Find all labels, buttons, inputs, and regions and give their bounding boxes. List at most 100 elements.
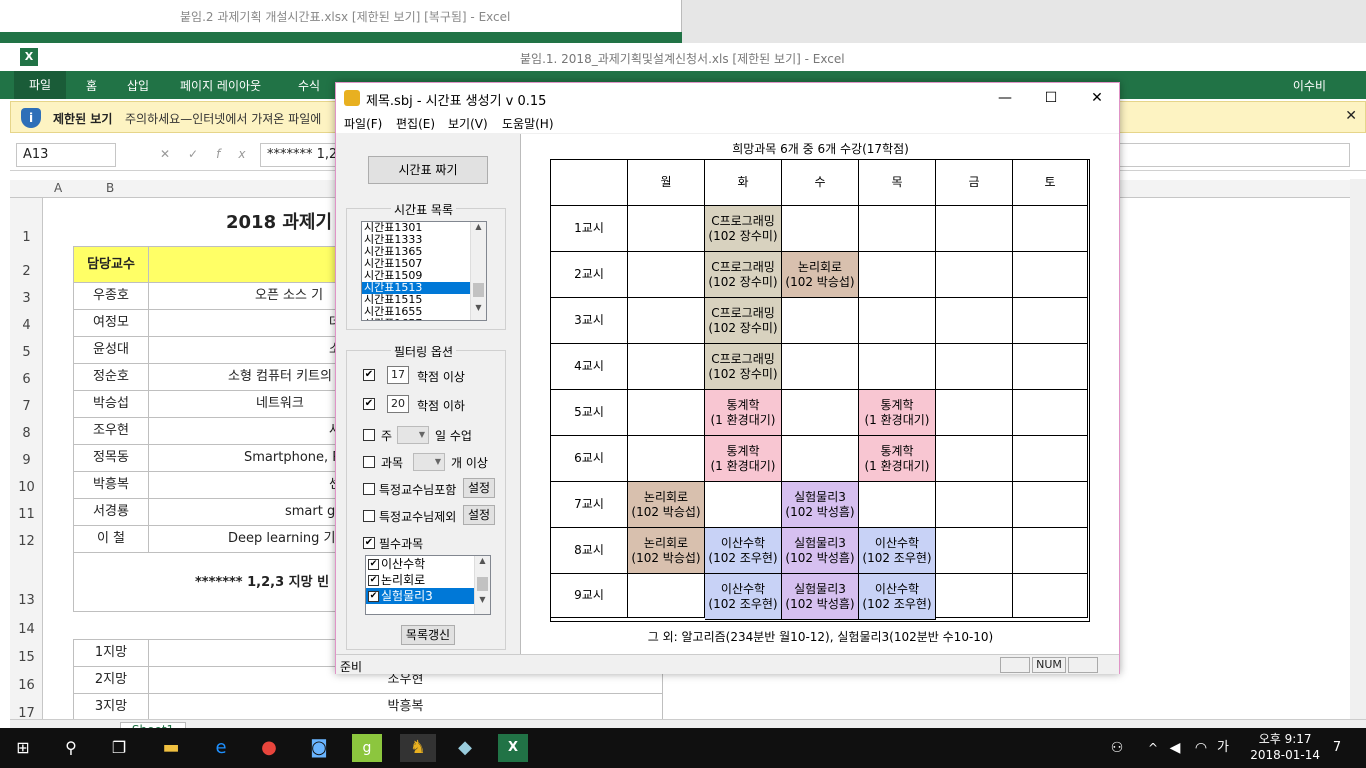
ribbon-tab-home[interactable]: 홈: [86, 77, 97, 94]
wish-value-3[interactable]: 박흥복: [148, 693, 663, 721]
close-icon[interactable]: ✕: [1345, 108, 1357, 124]
course-block[interactable]: 이산수학 (102 조우현): [859, 574, 936, 620]
row-header-14[interactable]: 14: [10, 622, 43, 637]
required-course-checkbox[interactable]: ✔: [368, 590, 379, 602]
row-header-4[interactable]: 4: [10, 318, 43, 333]
timetable-cell[interactable]: [1013, 344, 1088, 390]
row-header-5[interactable]: 5: [10, 345, 43, 360]
prof-name-cell[interactable]: 우종호: [73, 282, 149, 310]
exclude-prof-checkbox[interactable]: [363, 510, 375, 522]
timetable-cell[interactable]: [1013, 482, 1088, 528]
ribbon-tab-page-layout[interactable]: 페이지 레이아웃: [180, 77, 261, 94]
vertical-scrollbar[interactable]: [1350, 179, 1366, 727]
chrome-icon[interactable]: ●: [254, 734, 284, 762]
timetable-cell[interactable]: [1013, 574, 1088, 618]
timetable-cell[interactable]: [936, 390, 1013, 436]
include-prof-checkbox[interactable]: [363, 483, 375, 495]
row-header-3[interactable]: 3: [10, 291, 43, 306]
row-header-16[interactable]: 16: [10, 678, 43, 693]
prof-header-cell[interactable]: 담당교수: [73, 246, 149, 283]
row-header-7[interactable]: 7: [10, 399, 43, 414]
include-prof-set-button[interactable]: 설정: [463, 478, 495, 498]
wish-label-2[interactable]: 2지망: [73, 666, 149, 694]
make-timetable-button[interactable]: 시간표 짜기: [368, 156, 488, 184]
timetable-cell[interactable]: [782, 206, 859, 252]
timetable-cell[interactable]: [936, 344, 1013, 390]
refresh-list-button[interactable]: 목록갱신: [401, 625, 455, 645]
timetable-cell[interactable]: [936, 528, 1013, 574]
course-block[interactable]: C프로그래밍 (102 장수미): [705, 344, 782, 390]
ribbon-tab-formulas[interactable]: 수식: [298, 77, 320, 94]
timetable-listbox[interactable]: 시간표1301 시간표1333 시간표1365 시간표1507 시간표1509 시간표15…: [361, 221, 487, 321]
prof-name-cell[interactable]: 서경룡: [73, 498, 149, 526]
row-header-6[interactable]: 6: [10, 372, 43, 387]
course-block[interactable]: C프로그래밍 (102 장수미): [705, 206, 782, 252]
course-block[interactable]: 논리회로 (102 박승섭): [628, 482, 705, 528]
required-courses-list[interactable]: ✔ 이산수학 ✔ 논리회로 ✔ 실험물리3 ▲ ▼: [365, 555, 491, 615]
timetable-cell[interactable]: [859, 252, 936, 298]
min-credit-checkbox[interactable]: ✔: [363, 369, 375, 381]
course-count-checkbox[interactable]: [363, 456, 375, 468]
prof-name-cell[interactable]: 조우현: [73, 417, 149, 445]
course-block[interactable]: 논리회로 (102 박승섭): [782, 252, 859, 298]
ribbon-tab-file[interactable]: 파일: [14, 71, 66, 99]
timetable-app-taskbar-icon[interactable]: ♞: [400, 734, 436, 762]
timetable-cell[interactable]: [936, 252, 1013, 298]
search-icon[interactable]: ⚲: [56, 734, 86, 762]
timetable-cell[interactable]: [1013, 528, 1088, 574]
menu-edit[interactable]: 편집(E): [396, 115, 435, 132]
internet-explorer-icon[interactable]: e: [206, 734, 236, 762]
file-explorer-icon[interactable]: ▬: [156, 734, 186, 762]
min-credit-spin[interactable]: 17: [387, 366, 409, 384]
wish-label-3[interactable]: 3지망: [73, 693, 149, 721]
timetable-app-window[interactable]: 제목.sbj - 시간표 생성기 v 0.15 — ☐ ✕ 파일(F) 편집(E…: [335, 82, 1120, 674]
timetable-cell[interactable]: [1013, 298, 1088, 344]
timetable-cell[interactable]: [936, 436, 1013, 482]
row-header-13[interactable]: 13: [10, 593, 43, 608]
timetable-cell[interactable]: [936, 298, 1013, 344]
col-header-a[interactable]: A: [54, 181, 62, 195]
exclude-prof-set-button[interactable]: 설정: [463, 505, 495, 525]
course-block[interactable]: 통계학 (1 환경대기): [859, 390, 936, 436]
row-header-12[interactable]: 12: [10, 534, 43, 549]
prof-name-cell[interactable]: 정순호: [73, 363, 149, 391]
prof-name-cell[interactable]: 이 철: [73, 525, 149, 553]
minimize-icon[interactable]: —: [982, 87, 1028, 109]
row-header-1[interactable]: 1: [10, 230, 43, 245]
people-icon[interactable]: ⚇: [1102, 734, 1132, 762]
timetable-list-item[interactable]: 시간표1657: [362, 318, 470, 321]
week-days-checkbox[interactable]: [363, 429, 375, 441]
timetable-cell[interactable]: [628, 390, 705, 436]
prof-name-cell[interactable]: 여정모: [73, 309, 149, 337]
required-course-item[interactable]: ✔ 논리회로: [366, 572, 474, 588]
windows-start-icon[interactable]: ⊞: [8, 734, 38, 762]
prof-name-cell[interactable]: 박흥복: [73, 471, 149, 499]
name-box[interactable]: A13: [16, 143, 116, 167]
timetable-cell[interactable]: [782, 344, 859, 390]
listbox-scrollbar[interactable]: ▲ ▼: [470, 222, 486, 320]
prof-name-cell[interactable]: 박승섭: [73, 390, 149, 418]
timetable-cell[interactable]: [705, 482, 782, 528]
excel-taskbar-icon[interactable]: X: [498, 734, 528, 762]
menu-file[interactable]: 파일(F): [344, 115, 382, 132]
course-block[interactable]: 논리회로 (102 박승섭): [628, 528, 705, 574]
timetable-cell[interactable]: [1013, 436, 1088, 482]
timetable-cell[interactable]: [859, 344, 936, 390]
course-block[interactable]: 통계학 (1 환경대기): [859, 436, 936, 482]
timetable-cell[interactable]: [1013, 390, 1088, 436]
task-view-icon[interactable]: ❐: [104, 734, 134, 762]
timetable-cell[interactable]: [1013, 252, 1088, 298]
excel-user-name[interactable]: 이수비: [1293, 77, 1326, 94]
timetable-cell[interactable]: [1013, 206, 1088, 252]
course-block[interactable]: C프로그래밍 (102 장수미): [705, 298, 782, 344]
timetable-cell[interactable]: [936, 574, 1013, 618]
course-block[interactable]: 통계학 (1 환경대기): [705, 390, 782, 436]
timetable-cell[interactable]: [782, 436, 859, 482]
wish-label-1[interactable]: 1지망: [73, 639, 149, 667]
max-credit-checkbox[interactable]: ✔: [363, 398, 375, 410]
timetable-cell[interactable]: [936, 206, 1013, 252]
timetable-cell[interactable]: [936, 482, 1013, 528]
timetable-cell[interactable]: [859, 206, 936, 252]
timetable-cell[interactable]: [782, 390, 859, 436]
ribbon-tab-insert[interactable]: 삽입: [127, 77, 149, 94]
